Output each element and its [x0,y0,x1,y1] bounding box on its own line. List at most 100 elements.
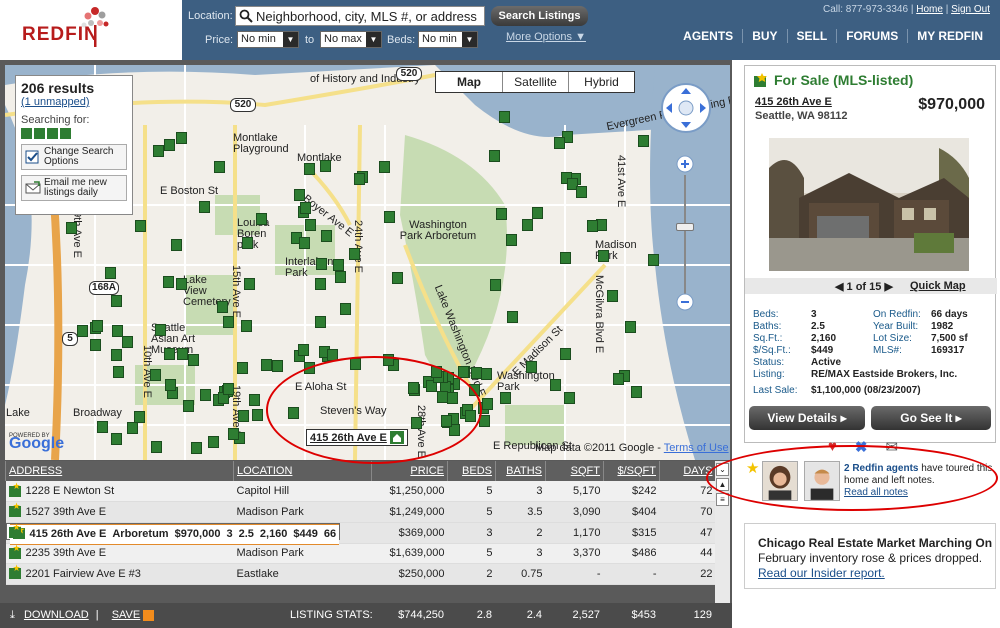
listing-pin-icon[interactable] [223,383,234,395]
listing-pin-icon[interactable] [90,339,101,351]
listing-pin-icon[interactable] [164,139,175,151]
column-header-days[interactable]: DAYS [659,461,716,481]
listing-pin-icon[interactable] [496,208,507,220]
listing-pin-icon[interactable] [238,410,249,422]
download-link[interactable]: DOWNLOAD [24,609,89,621]
listing-pin-icon[interactable] [469,384,480,396]
listing-pin-icon[interactable] [228,428,239,440]
table-row[interactable]: 2201 Fairview Ave E #3 Eastlake$250,00020… [5,563,716,585]
sign-out-link[interactable]: Sign Out [951,4,990,15]
beds-select[interactable]: No min ▼ [418,31,478,48]
listing-pin-icon[interactable] [105,267,116,279]
listing-pin-icon[interactable] [315,278,326,290]
listing-pin-icon[interactable] [490,279,501,291]
listing-pin-icon[interactable] [648,254,659,266]
listing-pin-icon[interactable] [191,442,202,454]
listing-pin-icon[interactable] [188,354,199,366]
zoom-in-icon[interactable] [676,155,694,173]
view-details-button[interactable]: View Details ▸ [749,406,865,430]
listing-pin-icon[interactable] [272,360,283,372]
listing-pin-icon[interactable] [447,392,458,404]
listing-pin-icon[interactable] [304,362,315,374]
collapse-icon[interactable]: ⌄ [716,463,729,476]
map[interactable]: Montlake Montlake Playground E Boston St… [5,65,730,460]
listing-pin-icon[interactable] [479,415,490,427]
listing-pin-icon[interactable] [112,325,123,337]
listing-pin-icon[interactable] [256,213,267,225]
map-type-hybrid[interactable]: Hybrid [568,72,634,92]
listing-pin-icon[interactable] [294,189,305,201]
listing-pin-icon[interactable] [489,150,500,162]
listing-pin-icon[interactable] [315,316,326,328]
listing-pin-icon[interactable] [560,252,571,264]
listing-pin-icon[interactable] [499,111,510,123]
listing-pin-icon[interactable] [249,394,260,406]
listing-pin-icon[interactable] [176,132,187,144]
search-listings-button[interactable]: Search Listings [491,6,588,26]
scroll-handle-icon[interactable]: ≡ [716,493,729,506]
listing-pin-icon[interactable] [340,303,351,315]
listing-pin-icon[interactable] [481,368,492,380]
listing-pin-icon[interactable] [576,186,587,198]
listing-pin-icon[interactable] [113,366,124,378]
insider-report-link[interactable]: Read our Insider report. [758,566,995,580]
listing-pin-icon[interactable] [383,354,394,366]
listing-pin-icon[interactable] [304,163,315,175]
listing-pin-icon[interactable] [638,135,649,147]
listing-pin-icon[interactable] [526,361,537,373]
column-header-sqft[interactable]: SQFT [545,461,604,481]
listing-pin-icon[interactable] [153,145,164,157]
table-row[interactable]: 2235 39th Ave E Madison Park$1,639,000533… [5,543,716,564]
scroll-up-icon[interactable]: ▲ [716,478,729,491]
listing-pin-icon[interactable] [411,417,422,429]
selected-listing-label[interactable]: 415 26th Ave E [306,429,408,446]
listing-pin-icon[interactable] [165,379,176,391]
listing-pin-icon[interactable] [155,324,166,336]
home-link[interactable]: Home [916,4,943,15]
listing-pin-icon[interactable] [183,400,194,412]
change-search-options-button[interactable]: Change Search Options [21,144,127,170]
agent-avatar[interactable] [804,461,840,501]
listing-pin-icon[interactable] [208,436,219,448]
listing-pin-icon[interactable] [482,398,493,410]
listing-pin-icon[interactable] [507,311,518,323]
table-scrollbar[interactable]: ⌄ ▲ ≡ [715,461,730,603]
listing-pin-icon[interactable] [305,219,316,231]
listing-pin-icon[interactable] [458,366,469,378]
listing-pin-icon[interactable] [300,202,311,214]
listing-pin-icon[interactable] [564,392,575,404]
listing-pin-icon[interactable] [384,211,395,223]
listing-pin-icon[interactable] [550,379,561,391]
listing-pin-icon[interactable] [349,248,360,260]
go-see-it-button[interactable]: Go See It ▸ [871,406,991,430]
listing-pin-icon[interactable] [111,349,122,361]
table-row[interactable]: 415 26th Ave EArboretum$970,00032.52,160… [5,522,341,545]
listing-pin-icon[interactable] [392,272,403,284]
max-price-select[interactable]: No max ▼ [320,31,382,48]
listing-pin-icon[interactable] [506,234,517,246]
quick-map-link[interactable]: Quick Map [910,280,966,292]
unmapped-link[interactable]: (1 unmapped) [21,96,127,108]
listing-pin-icon[interactable] [613,373,624,385]
listing-pin-icon[interactable] [625,321,636,333]
zoom-slider-handle[interactable] [676,223,694,231]
listing-pin-icon[interactable] [151,441,162,453]
logo[interactable]: REDFIN [0,0,182,60]
listing-pin-icon[interactable] [333,259,344,271]
save-link[interactable]: SAVE [112,609,141,621]
listing-pin-icon[interactable] [288,407,299,419]
terms-of-use-link[interactable]: Terms of Use [664,442,729,454]
agent-avatar[interactable] [762,461,798,501]
table-row[interactable]: 1228 E Newton St Capitol Hill$1,250,00053… [5,481,716,502]
more-options-link[interactable]: More Options ▼ [506,31,586,43]
listing-pin-icon[interactable] [92,320,103,332]
listing-pin-icon[interactable] [217,301,228,313]
listing-pin-icon[interactable] [532,207,543,219]
listing-pin-icon[interactable] [261,359,272,371]
listing-pin-icon[interactable] [299,237,310,249]
nav-agents[interactable]: AGENTS [674,29,742,43]
listing-pin-icon[interactable] [350,358,361,370]
listing-pin-icon[interactable] [379,161,390,173]
email-listings-button[interactable]: Email me new listings daily [21,175,127,201]
listing-pin-icon[interactable] [241,320,252,332]
